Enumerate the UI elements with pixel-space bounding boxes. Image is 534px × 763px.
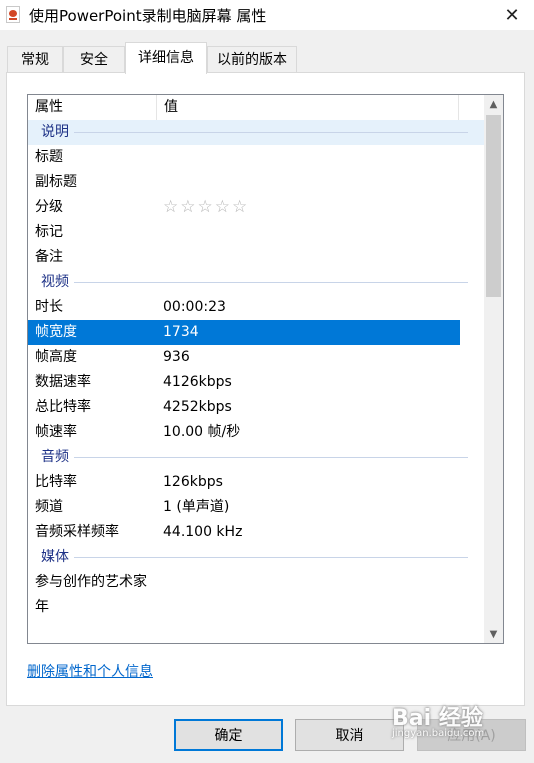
- group-divider: [74, 557, 468, 558]
- scroll-up-icon[interactable]: ▲: [484, 95, 503, 113]
- ok-button[interactable]: 确定: [174, 719, 283, 751]
- property-row-channels[interactable]: 频道 1 (单声道): [28, 495, 486, 520]
- property-value: 4126kbps: [163, 374, 232, 390]
- column-header-property[interactable]: 属性: [28, 95, 157, 120]
- group-label: 音频: [41, 449, 69, 465]
- property-row-total-bitrate[interactable]: 总比特率 4252kbps: [28, 395, 486, 420]
- property-name: 帧高度: [35, 349, 77, 365]
- property-row-frame-rate[interactable]: 帧速率 10.00 帧/秒: [28, 420, 486, 445]
- property-name: 标题: [35, 149, 63, 165]
- property-name: 标记: [35, 224, 63, 240]
- property-value: 44.100 kHz: [163, 524, 243, 540]
- property-name: 副标题: [35, 174, 77, 190]
- property-name: 总比特率: [35, 399, 91, 415]
- property-name: 比特率: [35, 474, 77, 490]
- group-label: 视频: [41, 274, 69, 290]
- group-header-video[interactable]: 视频: [28, 270, 486, 295]
- group-label: 说明: [41, 120, 73, 145]
- property-name: 时长: [35, 299, 63, 315]
- powerpoint-file-icon: [6, 6, 20, 23]
- property-row-comments[interactable]: 备注: [28, 245, 486, 270]
- group-divider: [74, 457, 468, 458]
- rating-stars-icon[interactable]: ☆☆☆☆☆: [163, 195, 249, 220]
- property-value: 1734: [163, 324, 199, 340]
- property-value: 1 (单声道): [163, 499, 230, 515]
- tab-previous-versions[interactable]: 以前的版本: [207, 46, 297, 72]
- list-header: 属性 值: [28, 95, 486, 121]
- property-name: 帧速率: [35, 424, 77, 440]
- property-row-tags[interactable]: 标记: [28, 220, 486, 245]
- scroll-down-icon[interactable]: ▼: [484, 625, 503, 643]
- property-name: 数据速率: [35, 374, 91, 390]
- property-row-contributing-artists[interactable]: 参与创作的艺术家: [28, 570, 486, 595]
- property-row-sample-rate[interactable]: 音频采样频率 44.100 kHz: [28, 520, 486, 545]
- column-header-value[interactable]: 值: [157, 95, 459, 120]
- close-button[interactable]: ✕: [490, 0, 534, 30]
- watermark-url: jingyan.baidu.com: [392, 728, 485, 739]
- property-name: 帧宽度: [35, 324, 77, 340]
- property-row-rating[interactable]: 分级 ☆☆☆☆☆: [28, 195, 486, 220]
- property-name: 年: [35, 599, 49, 615]
- baidu-watermark-logo: Bai 经验 jingyan.baidu.com: [392, 700, 484, 739]
- property-name: 参与创作的艺术家: [35, 574, 147, 590]
- property-value: 10.00 帧/秒: [163, 424, 241, 440]
- property-value: 00:00:23: [163, 299, 226, 315]
- tab-details[interactable]: 详细信息: [125, 42, 207, 74]
- group-header-media[interactable]: 媒体: [28, 545, 486, 570]
- property-name: 备注: [35, 249, 63, 265]
- property-name: 分级: [35, 199, 63, 215]
- property-row-year[interactable]: 年: [28, 595, 486, 620]
- window-title: 使用PowerPoint录制电脑屏幕 属性: [29, 7, 267, 25]
- group-label: 媒体: [41, 549, 69, 565]
- property-row-title[interactable]: 标题: [28, 145, 486, 170]
- property-rows: 说明 标题 副标题 分级 ☆☆☆☆☆ 标记 备注 视频 时长 00:00:23 …: [28, 120, 486, 620]
- property-row-frame-height[interactable]: 帧高度 936: [28, 345, 486, 370]
- group-divider: [74, 282, 468, 283]
- remove-properties-link[interactable]: 删除属性和个人信息: [27, 661, 153, 681]
- property-list[interactable]: 属性 值 说明 标题 副标题 分级 ☆☆☆☆☆ 标记 备注 视频 时长 00:0…: [27, 94, 504, 644]
- group-header-audio[interactable]: 音频: [28, 445, 486, 470]
- property-value: 126kbps: [163, 474, 223, 490]
- group-divider: [74, 132, 468, 133]
- title-bar: 使用PowerPoint录制电脑屏幕 属性 ✕: [0, 0, 534, 30]
- property-row-bitrate[interactable]: 比特率 126kbps: [28, 470, 486, 495]
- details-panel: 属性 值 说明 标题 副标题 分级 ☆☆☆☆☆ 标记 备注 视频 时长 00:0…: [6, 72, 525, 706]
- property-row-frame-width[interactable]: 帧宽度 1734: [28, 320, 460, 345]
- cancel-button[interactable]: 取消: [295, 719, 404, 751]
- property-value: 4252kbps: [163, 399, 232, 415]
- group-header-description[interactable]: 说明: [28, 120, 486, 145]
- property-name: 频道: [35, 499, 63, 515]
- property-value: 936: [163, 349, 190, 365]
- property-name: 音频采样频率: [35, 524, 119, 540]
- tab-security[interactable]: 安全: [63, 46, 125, 72]
- property-row-data-rate[interactable]: 数据速率 4126kbps: [28, 370, 486, 395]
- property-row-subtitle[interactable]: 副标题: [28, 170, 486, 195]
- vertical-scrollbar[interactable]: ▲ ▼: [484, 95, 503, 643]
- tab-general[interactable]: 常规: [7, 46, 63, 72]
- scrollbar-thumb[interactable]: [486, 115, 501, 297]
- close-icon: ✕: [504, 4, 520, 26]
- property-row-duration[interactable]: 时长 00:00:23: [28, 295, 486, 320]
